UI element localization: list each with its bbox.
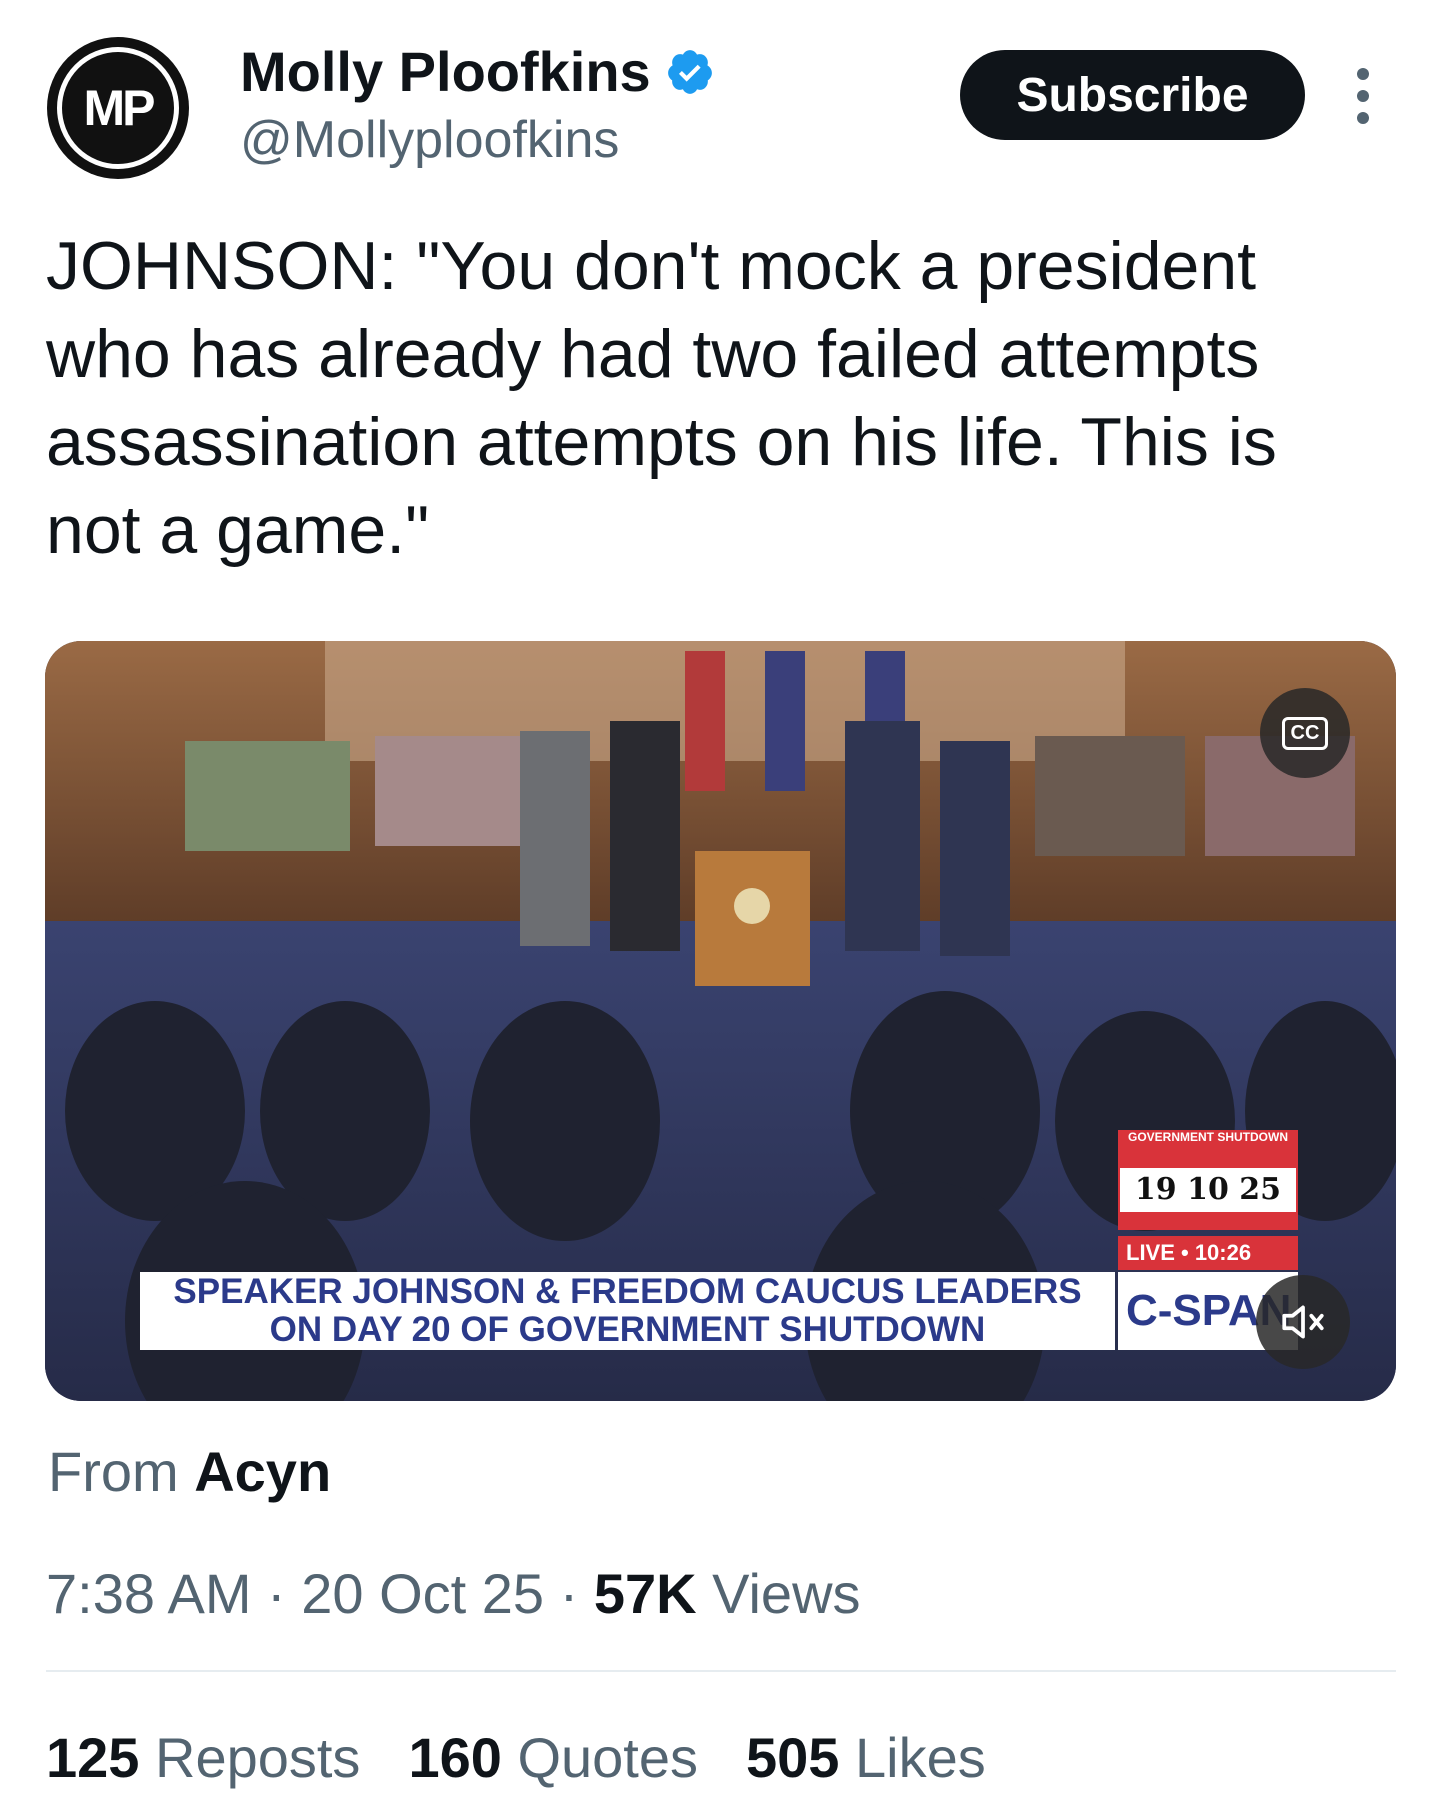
author-display-name[interactable]: Molly Ploofkins <box>240 40 715 104</box>
poster-right-1 <box>1035 736 1185 856</box>
reposts-label: Reposts <box>155 1726 361 1789</box>
tweet-text: JOHNSON: "You don't mock a president who… <box>46 228 1296 568</box>
engagement-stats: 125 Reposts 160 Quotes 505 Likes <box>46 1726 986 1790</box>
more-dot <box>1357 68 1369 80</box>
speaker-figure <box>520 731 590 946</box>
quotes-stat[interactable]: 160 Quotes <box>408 1726 698 1790</box>
avatar-initials: MP <box>83 80 156 136</box>
speaker-muted-icon <box>1282 1305 1324 1339</box>
source-name-link[interactable]: Acyn <box>194 1440 331 1503</box>
more-vertical-icon[interactable] <box>1348 68 1378 124</box>
subscribe-button[interactable]: Subscribe <box>960 50 1305 140</box>
live-indicator: LIVE • 10:26 <box>1118 1236 1298 1270</box>
shutdown-counter: 19 10 25 <box>1120 1168 1296 1212</box>
more-dot <box>1357 112 1369 124</box>
quotes-label: Quotes <box>517 1726 698 1789</box>
tweet-date[interactable]: 20 Oct 25 <box>301 1562 544 1625</box>
likes-stat[interactable]: 505 Likes <box>746 1726 986 1790</box>
speaker-figure <box>940 741 1010 956</box>
lower-third-line-2: ON DAY 20 OF GOVERNMENT SHUTDOWN <box>269 1310 986 1349</box>
source-attribution: From Acyn <box>48 1440 331 1504</box>
views-label: Views <box>712 1562 861 1625</box>
poster-left-1 <box>185 741 350 851</box>
likes-label: Likes <box>855 1726 986 1789</box>
display-name-text: Molly Ploofkins <box>240 40 651 103</box>
closed-captions-button[interactable]: CC <box>1260 688 1350 778</box>
poster-left-2 <box>375 736 545 846</box>
cc-icon: CC <box>1281 716 1329 750</box>
quotes-count: 160 <box>408 1726 502 1789</box>
tweet-time[interactable]: 7:38 AM <box>46 1562 251 1625</box>
source-prefix: From <box>48 1440 179 1503</box>
flag <box>765 651 805 791</box>
meta-separator: · <box>559 1562 579 1625</box>
podium-seal <box>734 888 770 924</box>
mute-button[interactable] <box>1256 1275 1350 1369</box>
more-dot <box>1357 90 1369 102</box>
flag <box>685 651 725 791</box>
verified-badge-icon <box>667 50 712 94</box>
likes-count: 505 <box>746 1726 840 1789</box>
views-count: 57K <box>593 1562 697 1625</box>
speaker-figure <box>610 721 680 951</box>
speaker-figure <box>845 721 920 951</box>
video-lower-third: SPEAKER JOHNSON & FREEDOM CAUCUS LEADERS… <box>140 1272 1115 1350</box>
avatar[interactable]: MP <box>47 37 189 179</box>
lower-third-line-1: SPEAKER JOHNSON & FREEDOM CAUCUS LEADERS <box>173 1272 1082 1311</box>
author-handle[interactable]: @Mollyploofkins <box>240 110 619 170</box>
meta-separator: · <box>267 1562 286 1625</box>
reposts-stat[interactable]: 125 Reposts <box>46 1726 360 1790</box>
avatar-ring: MP <box>57 47 179 169</box>
tweet-meta: 7:38 AM · 20 Oct 25 · 57K Views <box>46 1562 861 1626</box>
divider <box>46 1670 1396 1672</box>
reposts-count: 125 <box>46 1726 140 1789</box>
shutdown-title: GOVERNMENT SHUTDOWN <box>1128 1130 1288 1144</box>
